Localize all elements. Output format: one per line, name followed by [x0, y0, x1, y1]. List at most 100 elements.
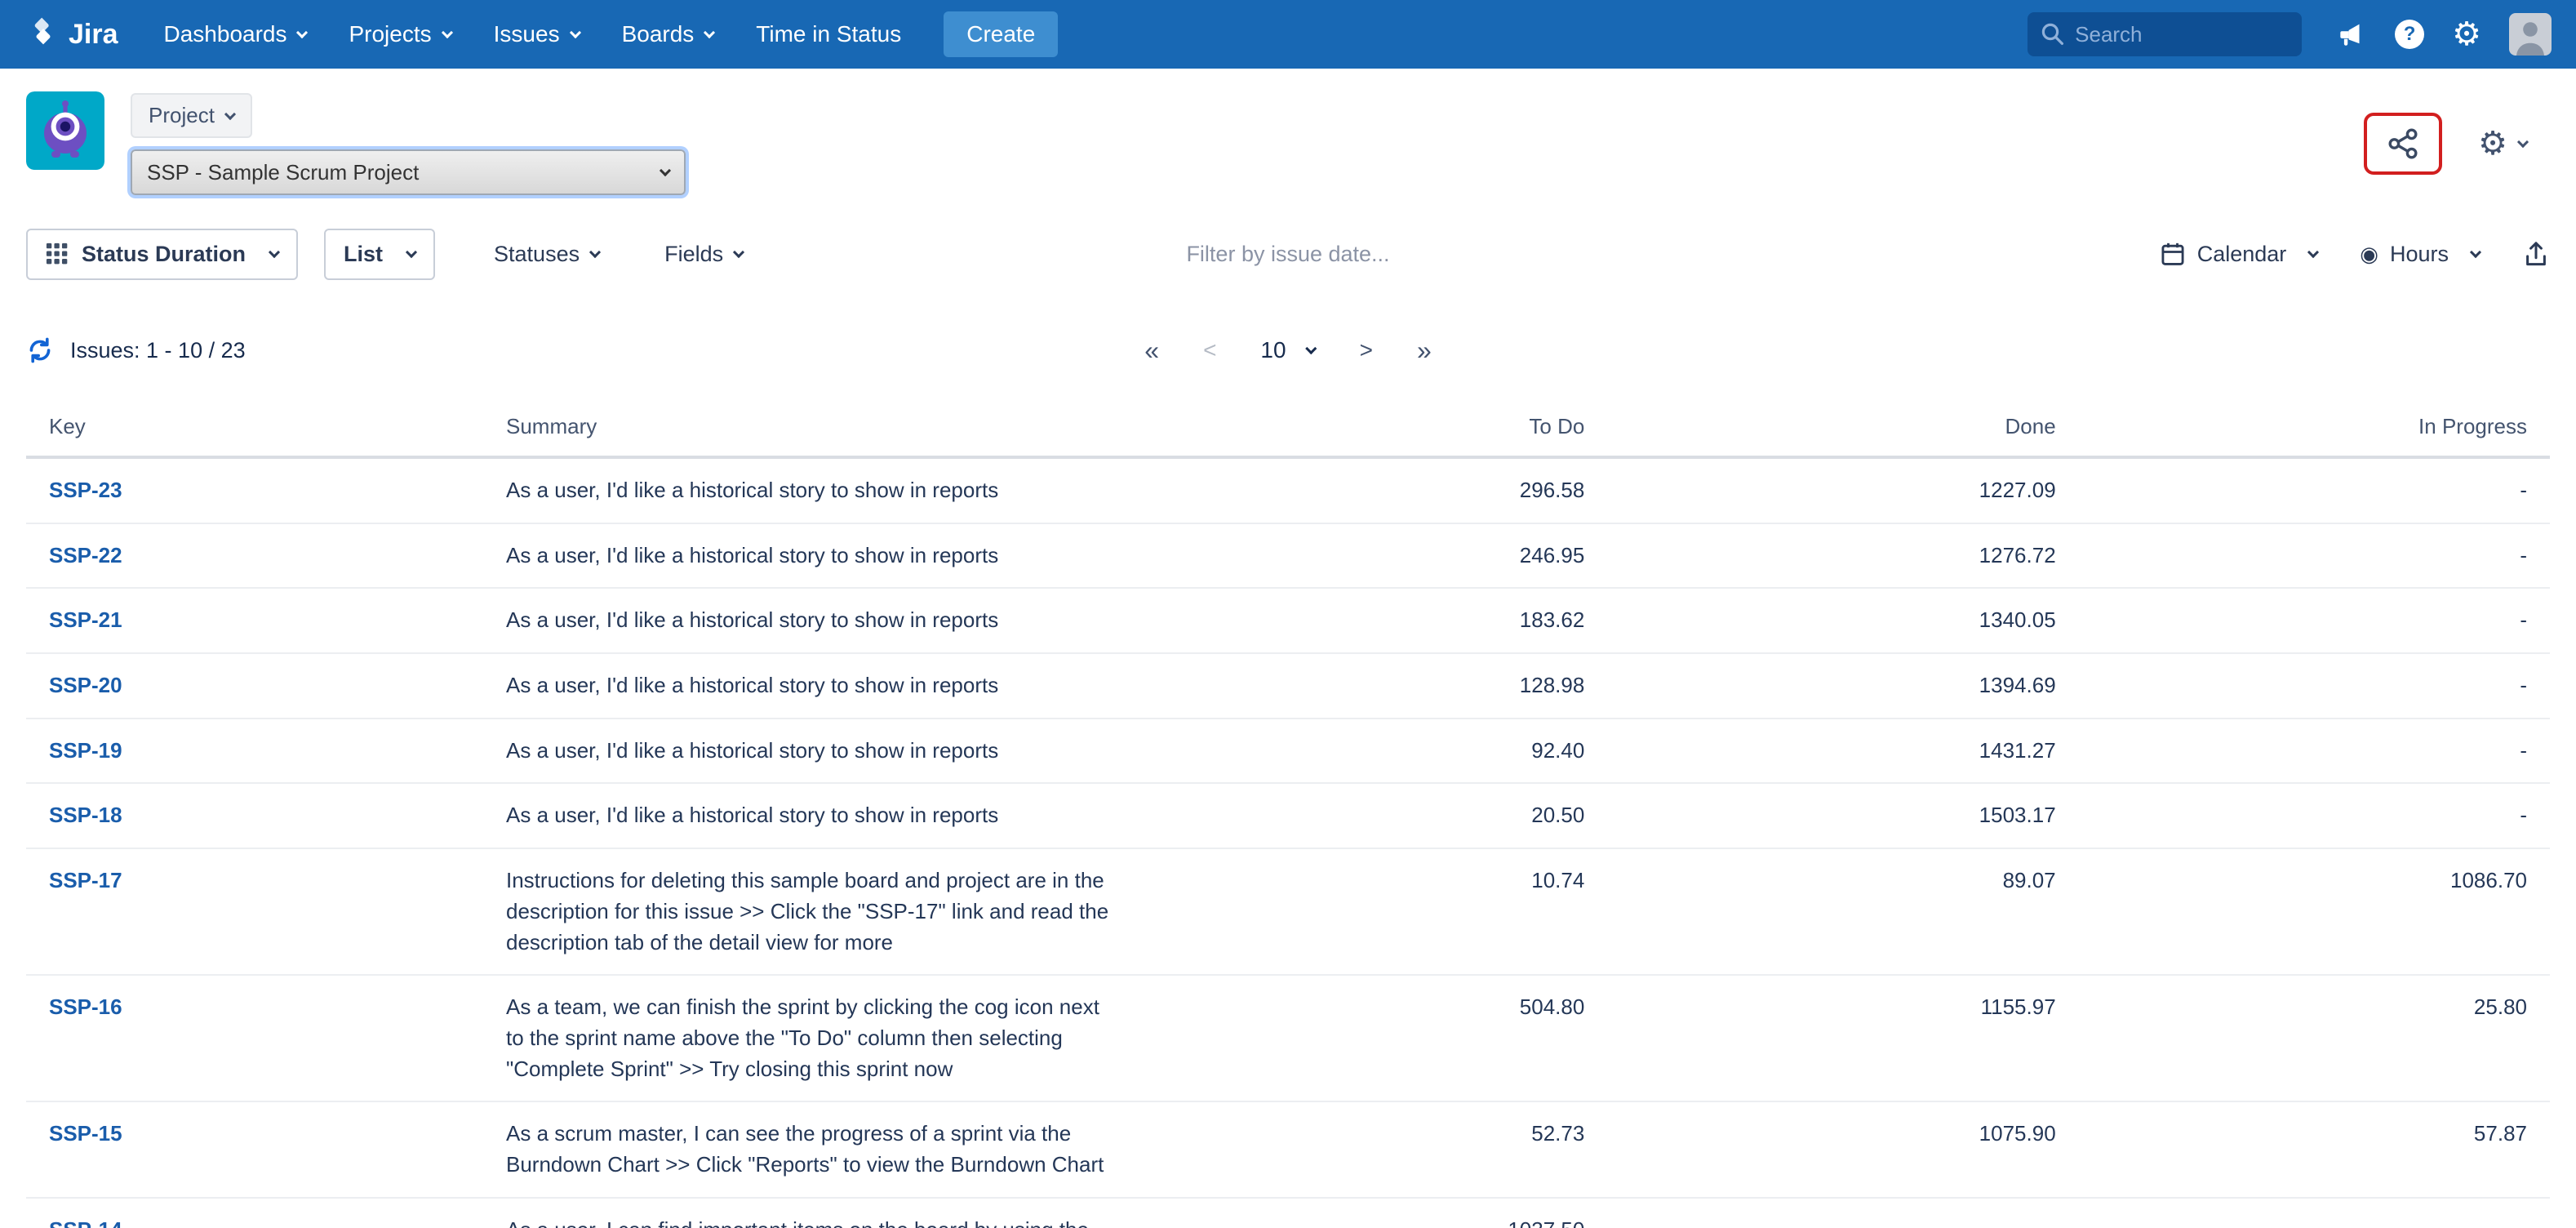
- calendar-dropdown[interactable]: Calendar: [2160, 241, 2318, 267]
- in-progress-hours: -: [2079, 719, 2550, 784]
- issue-summary: As a user, I'd like a historical story t…: [483, 457, 1136, 523]
- column-header-key[interactable]: Key: [26, 401, 483, 457]
- issue-key-link[interactable]: SSP-15: [49, 1121, 122, 1146]
- table-row: SSP-20As a user, I'd like a historical s…: [26, 653, 2550, 719]
- refresh-icon: [26, 336, 54, 364]
- todo-hours: 20.50: [1136, 783, 1607, 848]
- issue-summary: As a user, I'd like a historical story t…: [483, 523, 1136, 589]
- issue-key-cell: SSP-15: [26, 1101, 483, 1197]
- refresh-button[interactable]: [26, 336, 54, 364]
- global-search[interactable]: [2027, 12, 2302, 56]
- next-page-button[interactable]: >: [1360, 337, 1373, 363]
- table-header-row: Key Summary To Do Done In Progress: [26, 401, 2550, 457]
- project-type-dropdown[interactable]: Project: [131, 93, 252, 138]
- nav-item-time-in-status[interactable]: Time in Status: [756, 21, 901, 47]
- todo-hours: 296.58: [1136, 457, 1607, 523]
- report-settings-gear[interactable]: ⚙: [2478, 125, 2527, 162]
- page-header: Project SSP - Sample Scrum Project ⚙: [0, 69, 2576, 195]
- table-row: SSP-22 As a user, I'd like a historical s…: [26, 523, 2550, 589]
- in-progress-hours: -: [2079, 653, 2550, 719]
- export-icon: [2522, 240, 2550, 268]
- last-page-button[interactable]: »: [1417, 336, 1432, 366]
- create-button[interactable]: Create: [944, 11, 1058, 57]
- issue-key-link[interactable]: SSP-23: [49, 478, 122, 502]
- column-header-summary[interactable]: Summary: [483, 401, 1136, 457]
- issues-count-label: Issues: 1 - 10 / 23: [70, 338, 246, 363]
- done-hours: 1431.27: [1607, 719, 2078, 784]
- table-row: SSP-18As a user, I'd like a historical s…: [26, 783, 2550, 848]
- pagination-left: Issues: 1 - 10 / 23: [26, 336, 246, 364]
- issue-key-link[interactable]: SSP-14: [49, 1217, 122, 1228]
- table-row: SSP-15As a scrum master, I can see the p…: [26, 1101, 2550, 1197]
- project-select[interactable]: SSP - Sample Scrum Project: [131, 149, 686, 195]
- jira-logo-icon: [26, 15, 59, 55]
- previous-page-button[interactable]: <: [1203, 337, 1216, 363]
- issue-key-link[interactable]: SSP-19: [49, 738, 122, 763]
- issue-key-link[interactable]: SSP-22: [49, 543, 122, 567]
- done-hours: 1394.69: [1607, 653, 2078, 719]
- export-button[interactable]: [2522, 240, 2550, 268]
- nav-item-projects[interactable]: Projects: [349, 21, 451, 47]
- issue-key-link[interactable]: SSP-16: [49, 994, 122, 1019]
- chevron-down-icon: [570, 27, 581, 38]
- column-header-todo[interactable]: To Do: [1136, 401, 1607, 457]
- chevron-down-icon: [224, 108, 236, 119]
- done-hours: 1276.72: [1607, 523, 2078, 589]
- jira-logo-text: Jira: [69, 19, 118, 51]
- issue-summary: As a user, I'd like a historical story t…: [483, 588, 1136, 653]
- share-button-highlight[interactable]: [2364, 113, 2442, 175]
- issues-table-section: Key Summary To Do Done In Progress SSP-2…: [0, 401, 2576, 1228]
- column-header-done[interactable]: Done: [1607, 401, 2078, 457]
- todo-hours: 504.80: [1136, 975, 1607, 1101]
- nav-item-dashboards[interactable]: Dashboards: [164, 21, 307, 47]
- nav-item-label: Projects: [349, 21, 431, 47]
- date-filter-input[interactable]: [1019, 242, 1557, 267]
- first-page-button[interactable]: «: [1144, 336, 1159, 366]
- app-root: Jira Dashboards Projects Issues Boards T…: [0, 0, 2576, 1228]
- search-input[interactable]: [2027, 22, 2302, 47]
- done-hours: 89.07: [1607, 848, 2078, 975]
- issue-summary: As a user, I can find important items on…: [483, 1198, 1136, 1228]
- chevron-down-icon: [660, 165, 671, 176]
- fields-dropdown[interactable]: Fields: [664, 242, 743, 267]
- nav-item-boards[interactable]: Boards: [622, 21, 714, 47]
- chevron-down-icon: [589, 247, 601, 258]
- done-hours: 1340.05: [1607, 588, 2078, 653]
- in-progress-hours: 25.80: [2079, 975, 2550, 1101]
- in-progress-hours: 1086.70: [2079, 848, 2550, 975]
- project-header-group: Project SSP - Sample Scrum Project: [26, 91, 686, 195]
- issue-key-link[interactable]: SSP-18: [49, 803, 122, 827]
- jira-logo[interactable]: Jira: [26, 15, 118, 55]
- page-size-select[interactable]: 10: [1260, 337, 1315, 363]
- project-controls: Project SSP - Sample Scrum Project: [131, 91, 686, 195]
- feedback-megaphone-icon[interactable]: [2336, 19, 2367, 50]
- settings-gear-icon[interactable]: ⚙: [2452, 18, 2481, 51]
- in-progress-hours: -: [2079, 1198, 2550, 1228]
- units-dropdown[interactable]: ◉ Hours: [2360, 242, 2480, 267]
- issue-summary: As a team, we can finish the sprint by c…: [483, 975, 1136, 1101]
- report-type-label: Status Duration: [82, 242, 246, 267]
- units-label: Hours: [2390, 242, 2449, 267]
- issue-key-link[interactable]: SSP-17: [49, 868, 122, 892]
- in-progress-hours: 57.87: [2079, 1101, 2550, 1197]
- user-avatar[interactable]: [2509, 13, 2552, 56]
- person-icon: [2509, 13, 2552, 56]
- nav-item-issues[interactable]: Issues: [494, 21, 580, 47]
- todo-hours: 128.98: [1136, 653, 1607, 719]
- view-dropdown[interactable]: List: [324, 229, 435, 280]
- chevron-down-icon: [2517, 136, 2529, 148]
- report-type-dropdown[interactable]: Status Duration: [26, 229, 298, 280]
- issue-key-cell: SSP-23: [26, 457, 483, 523]
- chevron-down-icon: [442, 27, 453, 38]
- help-icon[interactable]: ?: [2395, 20, 2424, 49]
- gear-icon: ⚙: [2478, 125, 2507, 162]
- issue-key-link[interactable]: SSP-20: [49, 673, 122, 697]
- project-select-value: SSP - Sample Scrum Project: [147, 160, 419, 185]
- statuses-dropdown[interactable]: Statuses: [494, 242, 599, 267]
- view-label: List: [344, 242, 383, 267]
- nav-right-group: ? ⚙: [2027, 12, 2552, 56]
- calendar-icon: [2160, 241, 2186, 267]
- column-header-in-progress[interactable]: In Progress: [2079, 401, 2550, 457]
- todo-hours: 183.62: [1136, 588, 1607, 653]
- issue-key-link[interactable]: SSP-21: [49, 607, 122, 632]
